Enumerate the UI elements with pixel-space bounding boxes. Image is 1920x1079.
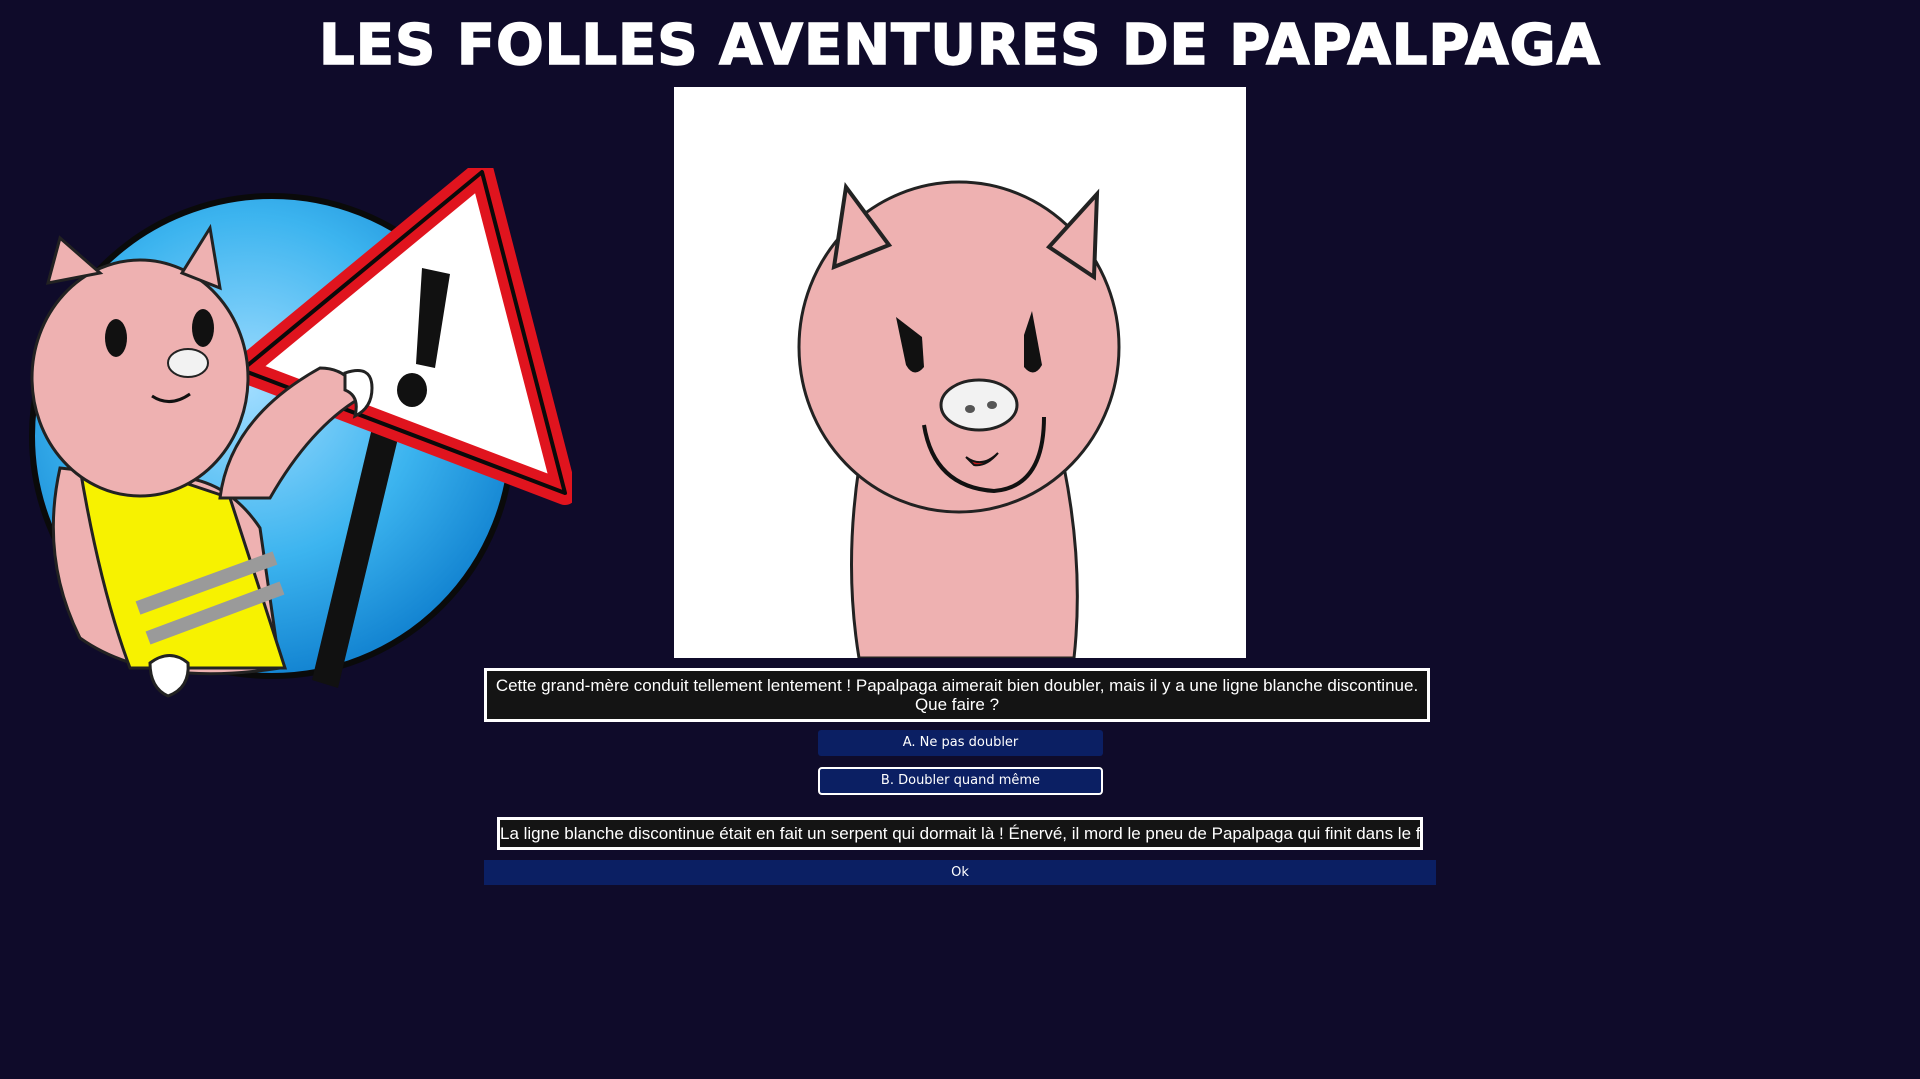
choice-a-button[interactable]: A. Ne pas doubler [818, 730, 1103, 756]
result-text: La ligne blanche discontinue était en fa… [497, 817, 1423, 850]
angry-alpaca-icon [674, 87, 1246, 658]
question-text: Cette grand-mère conduit tellement lente… [484, 668, 1430, 722]
game-page: Les folles aventures de Papalpaga [0, 0, 1920, 1079]
scene-illustration [797, 180, 1121, 658]
ok-button[interactable]: Ok [484, 860, 1436, 885]
alpaca-with-warning-sign-icon [20, 160, 577, 708]
choice-b-button[interactable]: B. Doubler quand même [818, 767, 1103, 795]
mascot-illustration [29, 160, 577, 698]
game-title: Les folles aventures de Papalpaga [318, 13, 1601, 79]
